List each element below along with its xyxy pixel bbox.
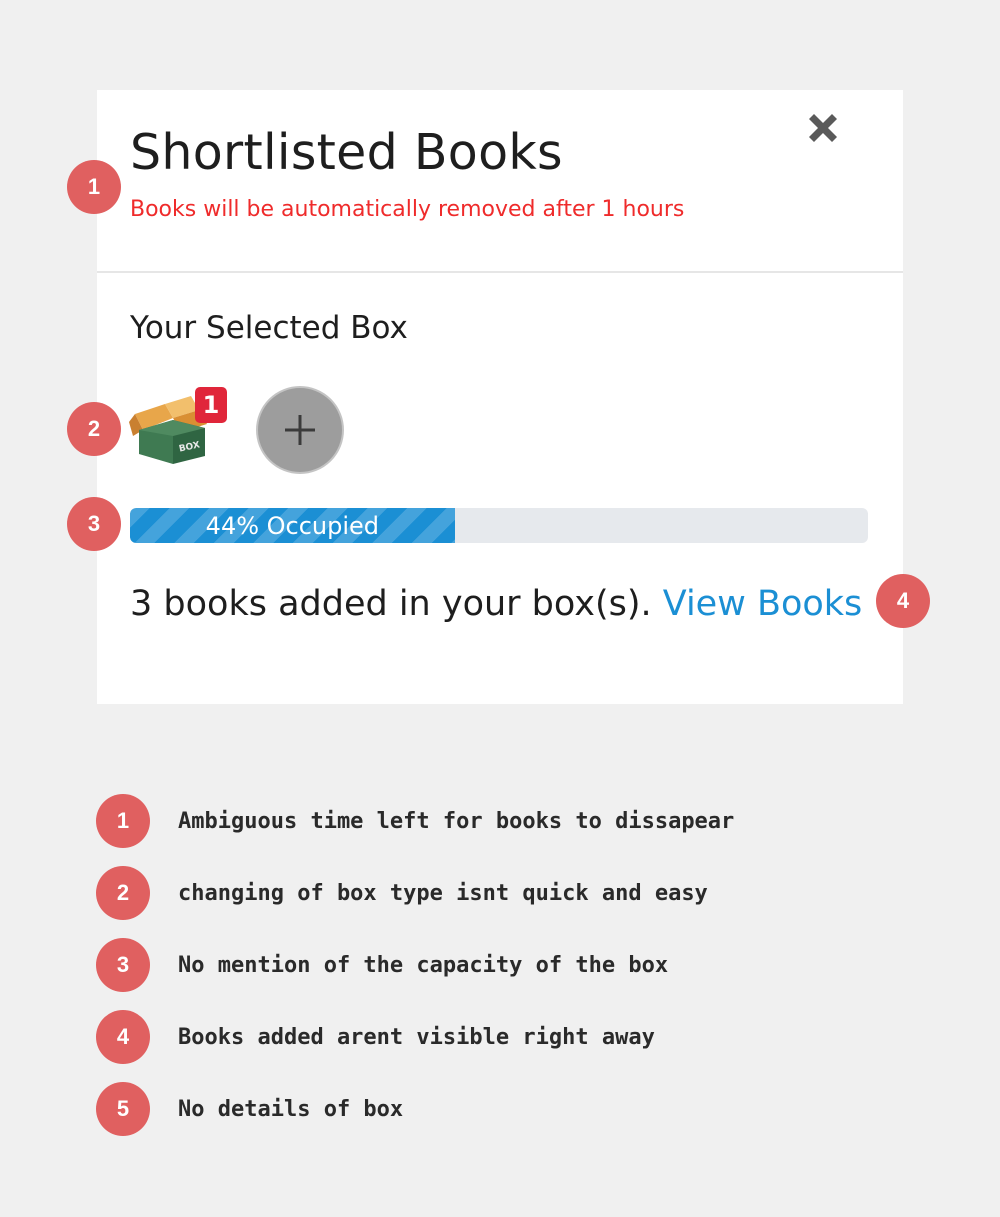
books-count-text: 3 books added in your box(s).: [130, 584, 652, 624]
section-title: Your Selected Box: [130, 310, 408, 346]
note-text: Ambiguous time left for books to dissape…: [178, 808, 735, 834]
note-item: 1 Ambiguous time left for books to dissa…: [96, 794, 956, 848]
note-text: No mention of the capacity of the box: [178, 952, 669, 978]
note-number: 4: [96, 1010, 150, 1064]
note-item: 3 No mention of the capacity of the box: [96, 938, 956, 992]
note-item: 2 changing of box type isnt quick and ea…: [96, 866, 956, 920]
books-summary: 3 books added in your box(s). View Books: [130, 584, 862, 624]
note-text: No details of box: [178, 1096, 404, 1122]
shortlist-panel: Shortlisted Books Books will be automati…: [97, 90, 903, 704]
note-item: 5 No details of box: [96, 1082, 956, 1136]
occupancy-progress-fill: 44% Occupied: [130, 508, 455, 543]
note-number: 3: [96, 938, 150, 992]
annotation-marker: 1: [67, 160, 121, 214]
note-number: 5: [96, 1082, 150, 1136]
occupancy-progress-bar: 44% Occupied: [130, 508, 868, 543]
annotation-marker: 4: [876, 574, 930, 628]
removal-notice: Books will be automatically removed afte…: [130, 197, 685, 222]
view-books-link[interactable]: View Books: [663, 584, 863, 624]
annotation-marker: 3: [67, 497, 121, 551]
note-number: 2: [96, 866, 150, 920]
close-icon: [809, 114, 837, 142]
note-text: Books added arent visible right away: [178, 1024, 655, 1050]
add-box-button[interactable]: [256, 386, 344, 474]
close-button[interactable]: [803, 108, 843, 148]
box-count-badge: 1: [195, 387, 227, 423]
note-item: 4 Books added arent visible right away: [96, 1010, 956, 1064]
occupancy-label: 44% Occupied: [205, 511, 380, 540]
annotation-marker: 2: [67, 402, 121, 456]
divider: [97, 271, 903, 273]
panel-title: Shortlisted Books: [130, 124, 563, 181]
note-number: 1: [96, 794, 150, 848]
plus-icon: [285, 415, 315, 445]
note-text: changing of box type isnt quick and easy: [178, 880, 708, 906]
